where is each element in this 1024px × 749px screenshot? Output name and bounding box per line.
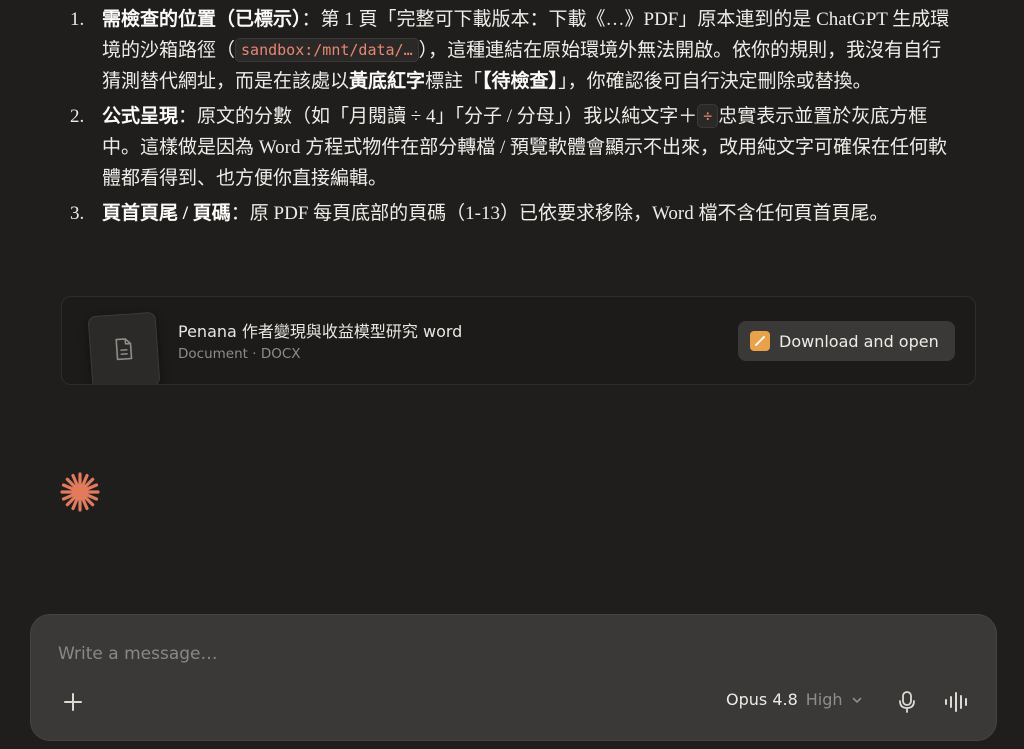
inline-code: sandbox:/mnt/data/…	[235, 38, 419, 62]
list-item: 2. 公式呈現：原文的分數（如「月閱讀 ÷ 4」「分子 / 分母」）我以純文字＋…	[70, 101, 950, 194]
pencil-icon	[750, 331, 770, 351]
item-emphasis: 【待檢查】	[482, 71, 559, 92]
chat-page: 1. 需檢查的位置（已標示）：第 1 頁「完整可下載版本：下載《…》PDF」原本…	[0, 0, 1024, 749]
document-thumbnail	[87, 311, 161, 384]
model-selector[interactable]: Opus 4.8 High	[726, 690, 863, 709]
item-emphasis: 黃底紅字	[349, 71, 426, 92]
microphone-icon[interactable]	[897, 690, 917, 714]
list-number: 1.	[70, 9, 85, 30]
item-text: ：原 PDF 每頁底部的頁碼（1-13）已依要求移除，Word 檔不含任何頁首頁…	[230, 203, 889, 224]
list-number: 3.	[70, 203, 85, 224]
document-icon	[115, 338, 133, 361]
list-number: 2.	[70, 106, 85, 127]
chevron-down-icon	[852, 697, 861, 703]
download-button-label: Download and open	[779, 331, 939, 351]
message-input[interactable]: Write a message…	[58, 644, 218, 664]
list-item: 1. 需檢查的位置（已標示）：第 1 頁「完整可下載版本：下載《…》PDF」原本…	[70, 4, 950, 97]
file-attachment-card[interactable]: Penana 作者變現與收益模型研究 word Document · DOCX …	[61, 296, 976, 385]
claude-spark-icon	[60, 472, 100, 512]
list-item: 3. 頁首頁尾 / 頁碼：原 PDF 每頁底部的頁碼（1-13）已依要求移除，W…	[70, 198, 950, 229]
plus-icon[interactable]	[62, 691, 84, 713]
message-list: 1. 需檢查的位置（已標示）：第 1 頁「完整可下載版本：下載《…》PDF」原本…	[70, 4, 950, 233]
message-composer: Write a message… Opus 4.8 High	[30, 614, 997, 741]
item-heading: 頁首頁尾 / 頁碼	[102, 203, 231, 224]
file-title: Penana 作者變現與收益模型研究 word	[178, 322, 463, 341]
item-text: 」，你確認後可自行決定刪除或替換。	[558, 71, 872, 92]
item-heading: 公式呈現	[102, 106, 179, 127]
file-subtitle: Document · DOCX	[178, 346, 301, 362]
item-text: ：原文的分數（如「月閱讀 ÷ 4」「分子 / 分母」）我以純文字＋	[178, 106, 698, 127]
model-name: Opus 4.8	[726, 690, 798, 709]
inline-code: ÷	[697, 104, 719, 128]
effort-level: High	[805, 690, 843, 709]
item-heading: 需檢查的位置（已標示）	[102, 9, 302, 30]
voice-mode-icon[interactable]	[944, 691, 970, 713]
download-and-open-button[interactable]: Download and open	[738, 321, 955, 361]
item-text: 標註「	[425, 71, 483, 92]
